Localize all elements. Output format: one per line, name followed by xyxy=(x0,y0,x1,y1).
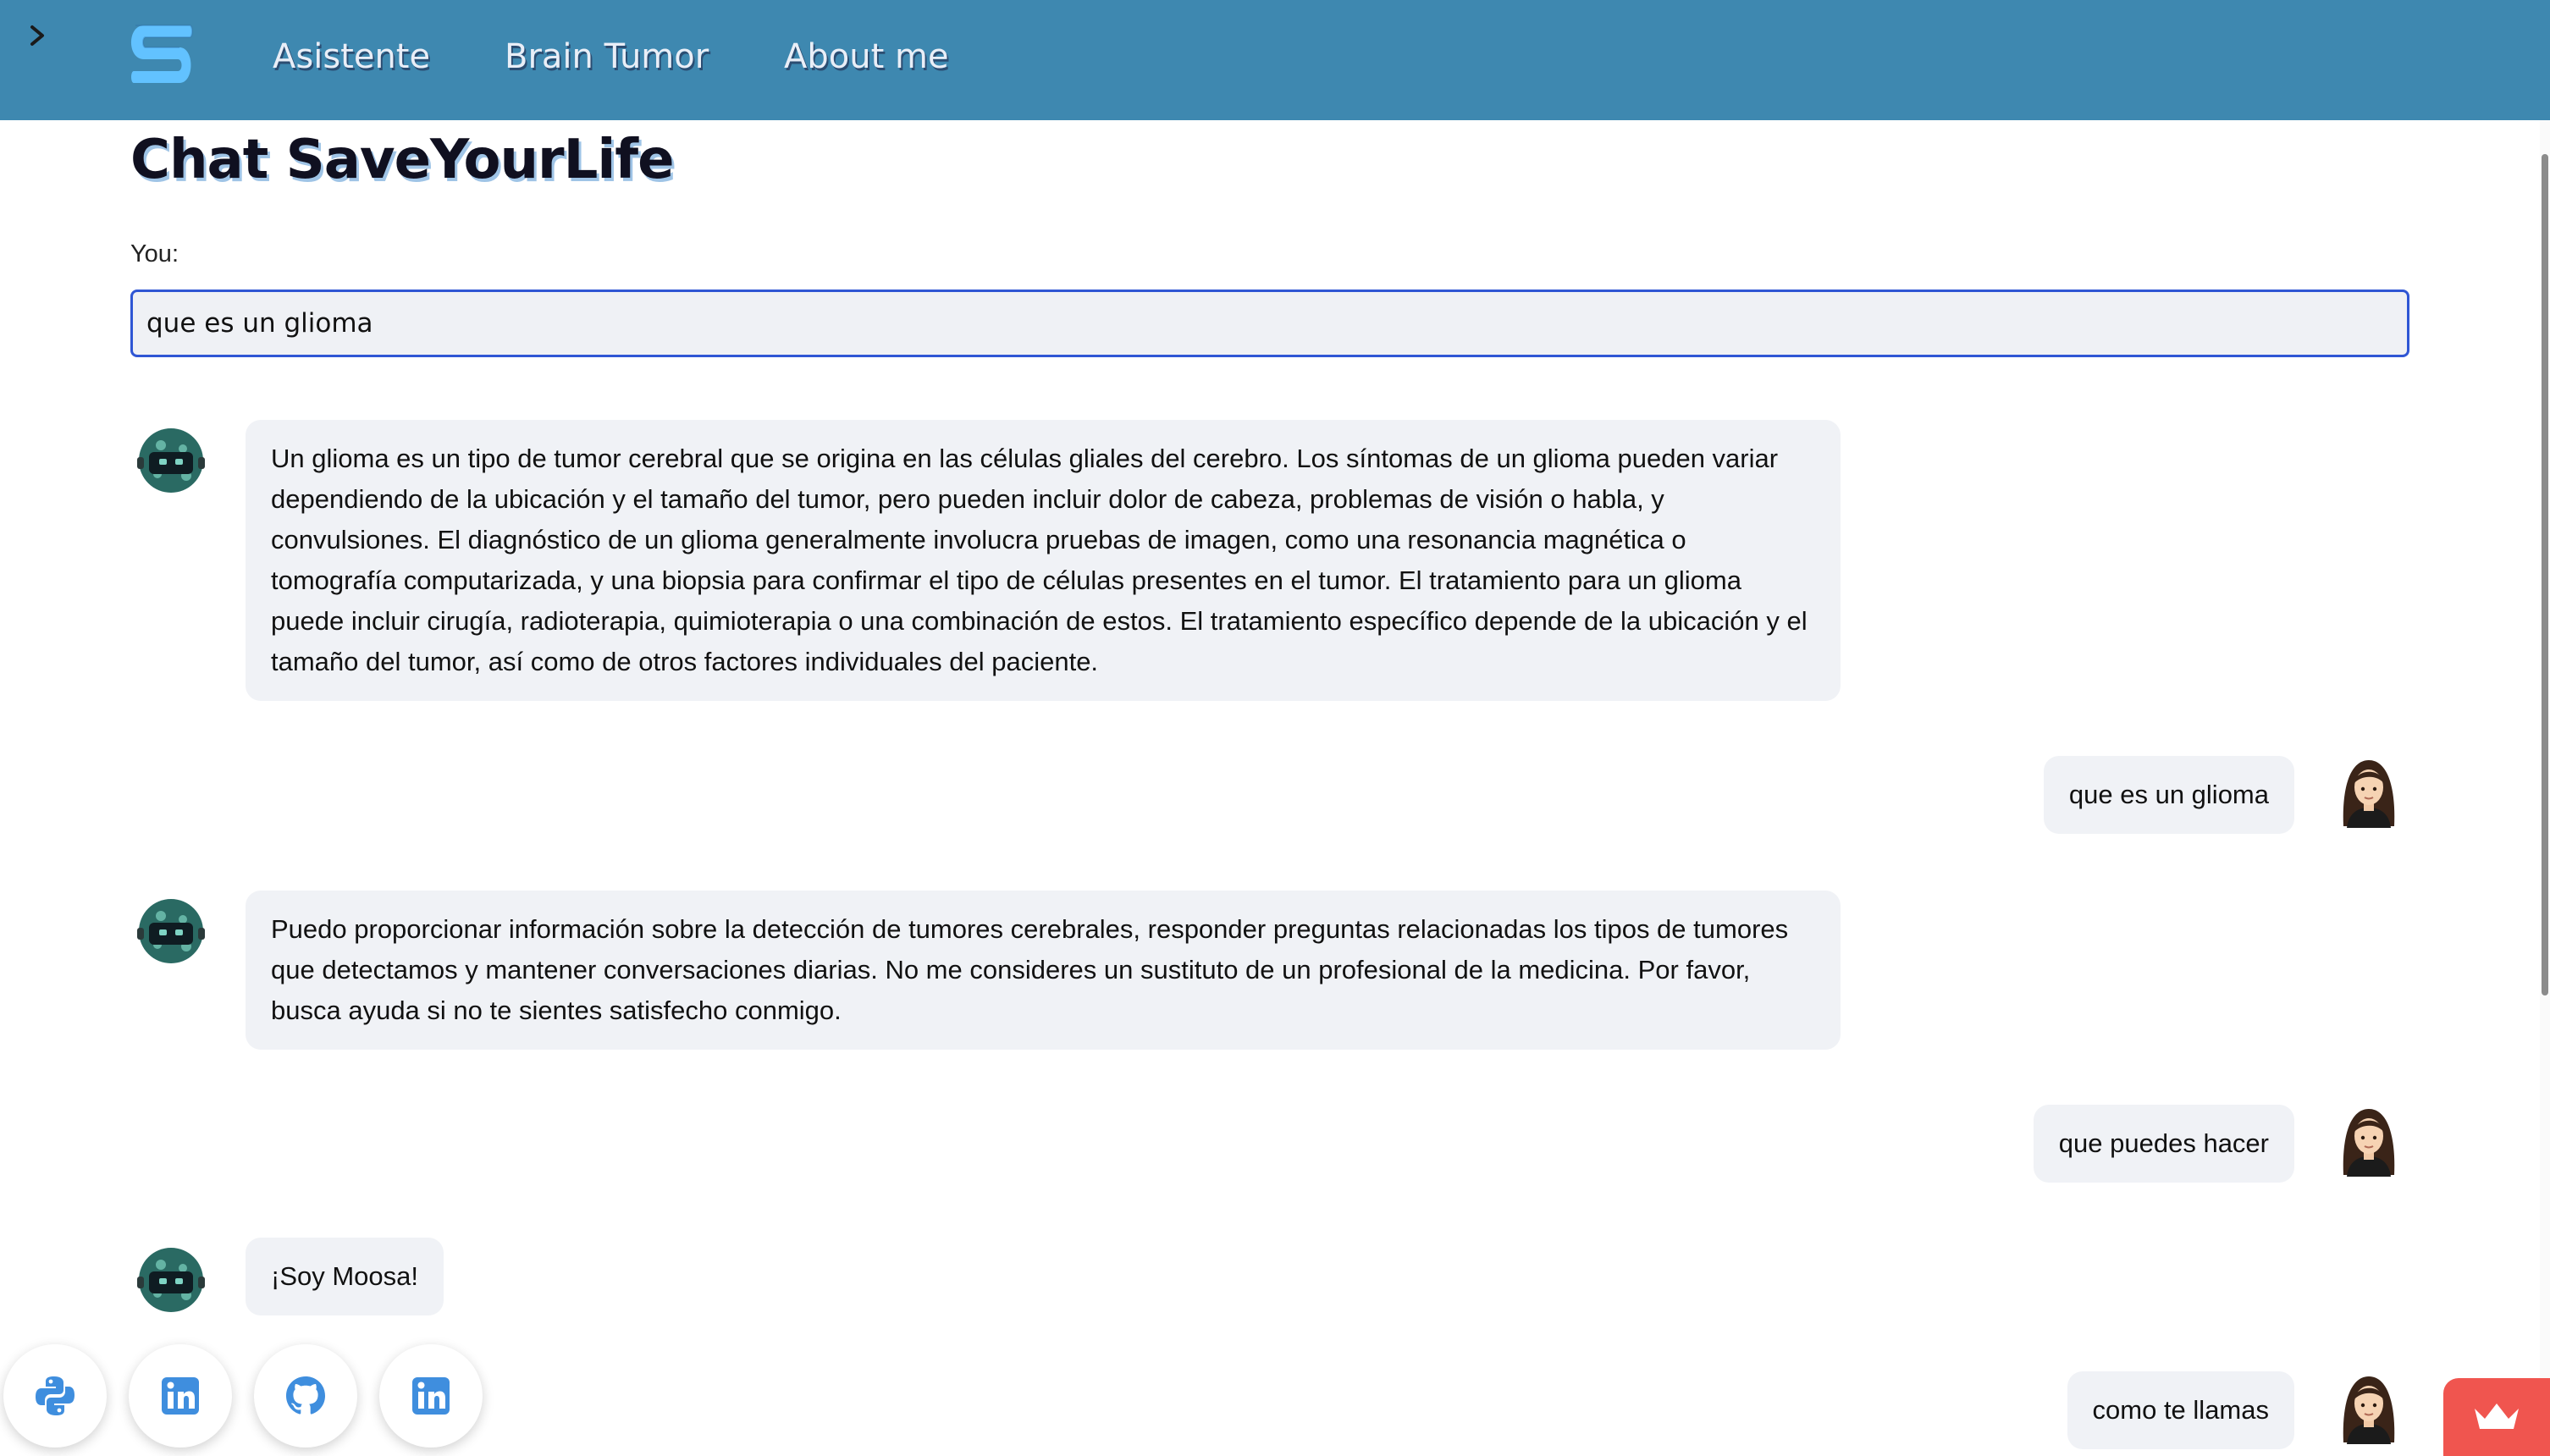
corner-badge-button[interactable] xyxy=(2443,1378,2550,1456)
user-avatar-icon xyxy=(2332,1102,2406,1177)
linkedin-link-button[interactable] xyxy=(129,1344,232,1448)
user-message: que es un glioma xyxy=(2043,756,2294,834)
saveyourlife-logo[interactable] xyxy=(125,19,196,90)
page-title: Chat SaveYourLife xyxy=(130,129,675,191)
robot-avatar-icon xyxy=(134,894,208,968)
user-message: que puedes hacer xyxy=(2033,1105,2294,1183)
user-avatar-icon xyxy=(2332,753,2406,828)
bot-message: ¡Soy Moosa! xyxy=(246,1238,444,1315)
bot-message: Un glioma es un tipo de tumor cerebral q… xyxy=(246,420,1841,701)
user-message: como te llamas xyxy=(2067,1371,2294,1449)
crown-icon xyxy=(2475,1404,2519,1429)
linkedin-icon xyxy=(411,1376,451,1416)
chat-input[interactable] xyxy=(130,290,2409,357)
nav-item-asistente[interactable]: Asistente xyxy=(273,34,430,80)
github-icon xyxy=(286,1376,325,1415)
python-icon xyxy=(36,1376,75,1415)
nav-item-about-me[interactable]: About me xyxy=(784,34,949,80)
bot-message: Puedo proporcionar información sobre la … xyxy=(246,891,1841,1050)
chevron-right-icon[interactable] xyxy=(24,19,51,52)
github-link-button[interactable] xyxy=(254,1344,357,1448)
linkedin-link-button[interactable] xyxy=(379,1344,483,1448)
python-link-button[interactable] xyxy=(3,1344,107,1448)
user-avatar-icon xyxy=(2332,1370,2406,1444)
linkedin-icon xyxy=(160,1376,201,1416)
robot-avatar-icon xyxy=(134,423,208,498)
input-label: You: xyxy=(130,240,179,267)
robot-avatar-icon xyxy=(134,1243,208,1317)
scrollbar-thumb[interactable] xyxy=(2542,154,2548,995)
nav-item-brain-tumor[interactable]: Brain Tumor xyxy=(505,34,709,80)
